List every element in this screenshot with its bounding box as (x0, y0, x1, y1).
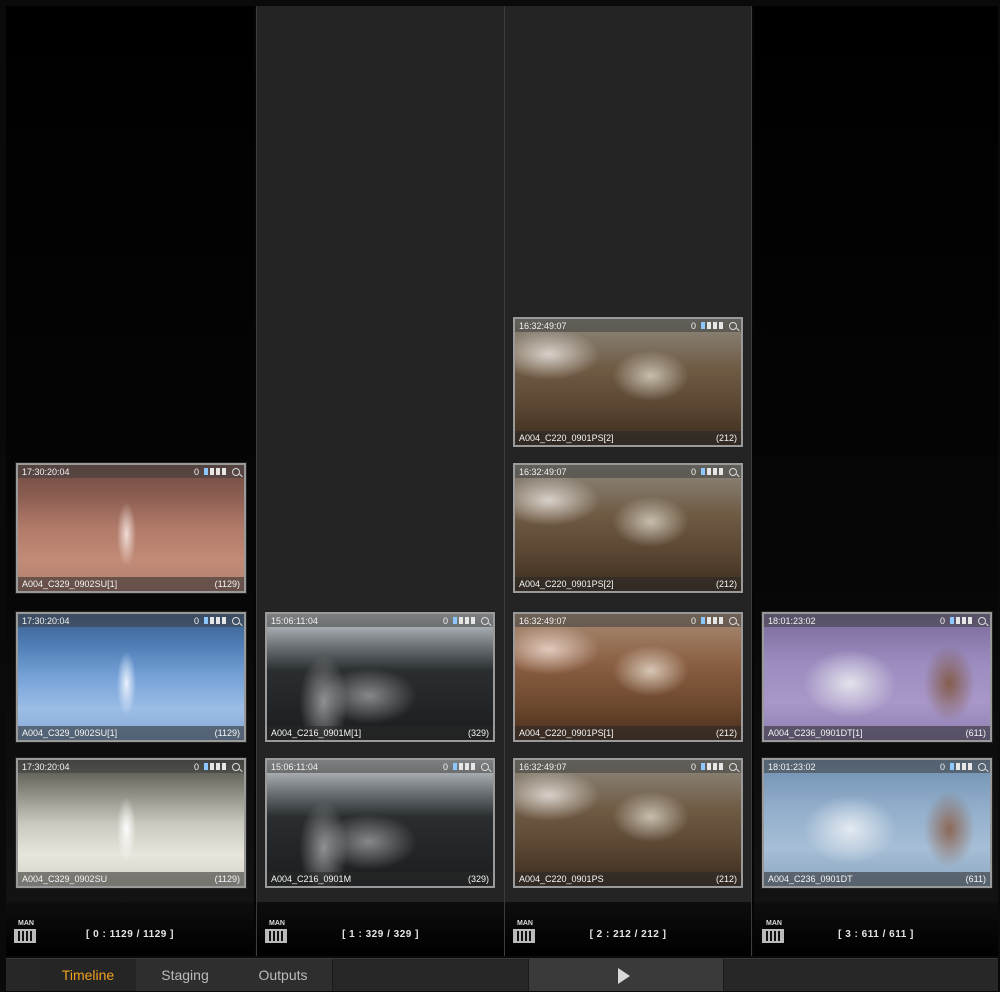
clip-stage: 17:30:20:04 0 A004_C329_0902SU[1] (1129)… (6, 6, 998, 956)
magnifier-icon[interactable] (481, 616, 489, 625)
clip-name: A004_C216_0901M[1] (271, 728, 362, 738)
frame-count: (1129) (214, 874, 240, 884)
clip-name: A004_C220_0901PS (519, 874, 604, 884)
clip-thumbnail[interactable]: 15:06:11:04 0 A004_C216_0901M[1] (329) (265, 612, 495, 742)
clip-thumbnail[interactable]: 16:32:49:07 0 A004_C220_0901PS[1] (212) (513, 612, 743, 742)
clip-name: A004_C329_0902SU (22, 874, 108, 884)
column-footer: MAN [ 0 : 1129 / 1129 ] (6, 902, 254, 956)
timecode: 16:32:49:07 (519, 761, 567, 772)
timecode: 17:30:20:04 (22, 761, 70, 772)
clip-counter: [ 0 : 1129 / 1129 ] (86, 929, 174, 940)
clip-thumbnail[interactable]: 18:01:23:02 0 A004_C236_0901DT (611) (762, 758, 992, 888)
frame-count: (212) (715, 874, 737, 884)
timecode: 18:01:23:02 (768, 761, 816, 772)
clip-image (764, 614, 990, 740)
clip-name: A004_C329_0902SU[1] (22, 579, 118, 589)
clip-image (764, 760, 990, 886)
frame-count: (212) (715, 433, 737, 443)
clip-thumbnail[interactable]: 17:30:20:04 0 A004_C329_0902SU[1] (1129) (16, 612, 246, 742)
magnifier-icon[interactable] (729, 321, 737, 330)
clip-image (18, 614, 244, 740)
clip-counter: [ 2 : 212 / 212 ] (589, 929, 667, 940)
clip-counter: [ 3 : 611 / 611 ] (838, 929, 914, 940)
frame-count: (611) (965, 728, 986, 738)
clip-name: A004_C329_0902SU[1] (22, 728, 118, 738)
indicator-value: 0 (690, 761, 696, 772)
timecode: 18:01:23:02 (768, 615, 816, 626)
clip-thumbnail[interactable]: 17:30:20:04 0 A004_C329_0902SU (1129) (16, 758, 246, 888)
play-button[interactable] (528, 959, 724, 991)
magnifier-icon[interactable] (232, 467, 240, 476)
clip-name: A004_C236_0901DT (768, 874, 853, 884)
column-footer: MAN [ 1 : 329 / 329 ] (257, 902, 504, 956)
frame-count: (212) (715, 579, 737, 589)
column-footer: MAN [ 2 : 212 / 212 ] (505, 902, 751, 956)
magnifier-icon[interactable] (232, 762, 240, 771)
indicator-value: 0 (193, 466, 199, 477)
indicator-value: 0 (690, 615, 696, 626)
frame-count: (329) (467, 874, 489, 884)
indicator-value: 0 (193, 761, 199, 772)
indicator-value: 0 (442, 761, 448, 772)
column-2: 16:32:49:07 0 A004_C220_0901PS[2] (212) … (504, 6, 752, 956)
clip-thumbnail[interactable]: 15:06:11:04 0 A004_C216_0901M (329) (265, 758, 495, 888)
clip-thumbnail[interactable]: 16:32:49:07 0 A004_C220_0901PS[2] (212) (513, 463, 743, 593)
play-icon (618, 968, 630, 984)
indicator-value: 0 (690, 466, 696, 477)
column-3: 18:01:23:02 0 A004_C236_0901DT[1] (611) … (754, 6, 998, 956)
column-footer: MAN [ 3 : 611 / 611 ] (754, 902, 998, 956)
frame-count: (1129) (214, 728, 240, 738)
timecode: 16:32:49:07 (519, 615, 567, 626)
tab-timeline[interactable]: Timeline (40, 959, 137, 991)
frame-count: (611) (965, 874, 986, 884)
clip-image (515, 319, 741, 445)
timecode: 15:06:11:04 (271, 615, 318, 626)
column-0: 17:30:20:04 0 A004_C329_0902SU[1] (1129)… (6, 6, 254, 956)
clip-image (18, 465, 244, 591)
timecode: 17:30:20:04 (22, 466, 70, 477)
indicator-value: 0 (939, 761, 945, 772)
magnifier-icon[interactable] (481, 762, 489, 771)
magnifier-icon[interactable] (978, 762, 986, 771)
clip-image (267, 614, 493, 740)
bottom-tab-bar: Timeline Staging Outputs (6, 958, 998, 991)
magnifier-icon[interactable] (232, 616, 240, 625)
clip-thumbnail[interactable]: 16:32:49:07 0 A004_C220_0901PS[2] (212) (513, 317, 743, 447)
clip-counter: [ 1 : 329 / 329 ] (342, 929, 419, 940)
clip-thumbnail[interactable]: 18:01:23:02 0 A004_C236_0901DT[1] (611) (762, 612, 992, 742)
indicator-value: 0 (193, 615, 199, 626)
indicator-value: 0 (939, 615, 945, 626)
app-window: 17:30:20:04 0 A004_C329_0902SU[1] (1129)… (0, 0, 1000, 992)
magnifier-icon[interactable] (978, 616, 986, 625)
clip-image (515, 614, 741, 740)
clip-name: A004_C220_0901PS[1] (519, 728, 614, 738)
timecode: 16:32:49:07 (519, 320, 567, 331)
tab-outputs[interactable]: Outputs (234, 959, 333, 991)
clip-name: A004_C220_0901PS[2] (519, 579, 614, 589)
indicator-value: 0 (442, 615, 448, 626)
column-1: 15:06:11:04 0 A004_C216_0901M[1] (329) 1… (256, 6, 504, 956)
clip-name: A004_C220_0901PS[2] (519, 433, 614, 443)
timecode: 17:30:20:04 (22, 615, 70, 626)
magnifier-icon[interactable] (729, 616, 737, 625)
timecode: 15:06:11:04 (271, 761, 318, 772)
magnifier-icon[interactable] (729, 467, 737, 476)
timecode: 16:32:49:07 (519, 466, 567, 477)
clip-image (267, 760, 493, 886)
clip-thumbnail[interactable]: 16:32:49:07 0 A004_C220_0901PS (212) (513, 758, 743, 888)
clip-image (515, 465, 741, 591)
clip-image (515, 760, 741, 886)
frame-count: (212) (715, 728, 737, 738)
indicator-value: 0 (690, 320, 696, 331)
magnifier-icon[interactable] (729, 762, 737, 771)
clip-name: A004_C216_0901M (271, 874, 352, 884)
clip-thumbnail[interactable]: 17:30:20:04 0 A004_C329_0902SU[1] (1129) (16, 463, 246, 593)
clip-name: A004_C236_0901DT[1] (768, 728, 863, 738)
tab-staging[interactable]: Staging (136, 959, 235, 991)
clip-image (18, 760, 244, 886)
frame-count: (329) (467, 728, 489, 738)
frame-count: (1129) (214, 579, 240, 589)
